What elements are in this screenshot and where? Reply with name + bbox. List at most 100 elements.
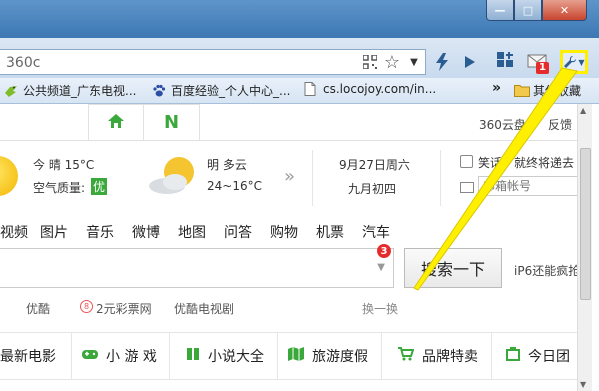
weather-today-sun-icon xyxy=(0,156,18,196)
map-icon xyxy=(288,347,304,365)
category-label: 最新电影 xyxy=(0,349,56,365)
url-dropdown-icon[interactable]: ▼ xyxy=(407,55,421,69)
feedback-link[interactable]: 反馈 xyxy=(548,116,572,133)
category-item[interactable]: 旅游度假 xyxy=(278,333,382,379)
other-bookmarks-folder[interactable]: 其他收藏 xyxy=(514,82,581,99)
site-tab-row: N 360云盘 反馈 xyxy=(0,104,578,141)
go-icon[interactable] xyxy=(460,51,480,73)
nav-item[interactable]: 汽车 xyxy=(362,222,390,242)
minimize-icon: — xyxy=(494,3,506,17)
mail-icon[interactable]: 1 xyxy=(525,50,549,74)
toolbar: ☆ ▼ 1 ▼ xyxy=(0,38,599,78)
weather-more-button[interactable]: » xyxy=(284,166,295,187)
weather-today: 今 晴 15°C xyxy=(33,158,95,172)
weather-tomorrow-temp: 24~16°C xyxy=(207,179,262,193)
page-content: N 360云盘 反馈 今 晴 15°C 空气质量: 优 明 多云 24~16°C… xyxy=(0,104,599,391)
wrench-icon: ▼ xyxy=(563,55,585,69)
folder-label: 其他收藏 xyxy=(533,84,582,98)
page-icon xyxy=(304,82,318,96)
nav-item[interactable]: 图片 xyxy=(40,222,68,242)
bird-icon xyxy=(4,84,18,98)
category-item[interactable]: 小说大全 xyxy=(170,333,278,379)
category-label: 小说大全 xyxy=(208,349,264,365)
category-label: 品牌特卖 xyxy=(422,349,478,365)
close-button[interactable]: ✕ xyxy=(542,0,587,21)
hot-link[interactable]: 优酷 xyxy=(26,300,50,317)
address-bar[interactable]: ☆ ▼ xyxy=(0,49,426,75)
scroll-down-arrow-icon[interactable]: ▼ xyxy=(580,380,586,389)
search-history-dropdown-icon[interactable]: ▼ xyxy=(377,262,385,273)
maximize-button[interactable]: □ xyxy=(514,0,542,21)
tools-menu-button[interactable]: ▼ xyxy=(560,50,588,74)
qr-code-icon[interactable] xyxy=(362,54,378,70)
category-label: 今日团 xyxy=(528,349,570,365)
category-label: 旅游度假 xyxy=(312,349,368,365)
cart-icon xyxy=(398,347,415,365)
category-item[interactable]: 品牌特卖 xyxy=(382,333,492,379)
accelerate-icon[interactable] xyxy=(432,51,452,73)
bookmark-item[interactable]: 公共频道_广东电视... xyxy=(4,82,136,99)
bookmark-label: 公共频道_广东电视... xyxy=(23,84,137,98)
nav-item[interactable]: 地图 xyxy=(178,222,206,242)
lunar-date: 九月初四 xyxy=(348,182,397,196)
maximize-icon: □ xyxy=(522,3,534,17)
category-row: 最新电影 小 游 戏 小说大全 旅游度假 品牌特卖 今日团 xyxy=(0,332,578,380)
gamepad-icon xyxy=(82,348,98,364)
bookmark-label: 百度经验_个人中心_... xyxy=(171,84,291,98)
apps-icon[interactable] xyxy=(495,50,517,72)
bookmarks-bar: 公共频道_广东电视... 百度经验_个人中心_... cs.locojoy.co… xyxy=(0,78,599,104)
search-box[interactable]: ▼ xyxy=(0,248,394,288)
scrollbar-thumb[interactable] xyxy=(580,148,591,300)
nav-item[interactable]: 音乐 xyxy=(86,222,114,242)
hot-link[interactable]: 2元彩票网 xyxy=(96,300,152,317)
bookmark-star-icon[interactable]: ☆ xyxy=(382,52,402,73)
nav-item[interactable]: 问答 xyxy=(224,222,252,242)
air-quality-value: 优 xyxy=(91,178,108,195)
bookmark-item[interactable]: cs.locojoy.com/in... xyxy=(304,82,436,96)
lottery-icon: 8 xyxy=(80,300,93,313)
solar-date: 9月27日周六 xyxy=(339,158,410,172)
book-icon xyxy=(186,347,200,365)
minimize-button[interactable]: — xyxy=(486,0,514,21)
nav-item[interactable]: 微博 xyxy=(132,222,160,242)
category-item[interactable]: 最新电影 xyxy=(0,333,72,379)
tab-home[interactable] xyxy=(88,104,144,140)
url-input[interactable] xyxy=(4,51,338,75)
folder-icon xyxy=(514,84,530,98)
joke-tip[interactable]: 笑话：就终将递去 xyxy=(478,154,574,171)
air-quality-label: 空气质量: xyxy=(33,181,86,195)
promo-text[interactable]: iP6还能疯抢 xyxy=(514,262,580,279)
joke-icon xyxy=(460,155,473,168)
envelope-icon xyxy=(460,182,474,193)
search-badge: 3 xyxy=(377,244,391,258)
hot-link[interactable]: 优酷电视剧 xyxy=(174,300,234,317)
category-item[interactable]: 今日团 xyxy=(492,333,578,379)
scroll-up-arrow-icon[interactable]: ▲ xyxy=(580,106,586,115)
weather-tomorrow: 明 多云 xyxy=(207,158,247,172)
close-icon: ✕ xyxy=(559,3,570,17)
tab-n[interactable]: N xyxy=(144,104,200,140)
mail-badge: 1 xyxy=(536,62,549,74)
refresh-link[interactable]: 换一换 xyxy=(362,300,398,317)
page-scrollbar[interactable]: ▲ ▼ xyxy=(577,104,592,391)
home-icon xyxy=(108,114,124,131)
paw-icon xyxy=(152,84,166,98)
cloud-disk-link[interactable]: 360云盘 xyxy=(479,116,526,133)
search-button[interactable]: 搜索一下 xyxy=(404,248,502,288)
bookmark-item[interactable]: 百度经验_个人中心_... xyxy=(152,82,290,99)
tab-n-label: N xyxy=(163,112,180,133)
nav-item[interactable]: 购物 xyxy=(270,222,298,242)
category-item[interactable]: 小 游 戏 xyxy=(72,333,170,379)
divider xyxy=(312,150,313,206)
bookmark-label: cs.locojoy.com/in... xyxy=(323,82,437,96)
category-label: 小 游 戏 xyxy=(106,349,157,365)
search-button-label: 搜索一下 xyxy=(420,260,485,279)
divider xyxy=(440,150,441,206)
nav-item[interactable]: 视频 xyxy=(0,222,28,242)
email-field[interactable] xyxy=(478,176,578,196)
chevron-double-right-icon: » xyxy=(492,80,502,96)
bookmarks-overflow-button[interactable]: » xyxy=(492,80,501,96)
nav-item[interactable]: 机票 xyxy=(316,222,344,242)
partly-cloudy-icon xyxy=(145,154,201,198)
title-bar: — □ ✕ xyxy=(0,0,599,38)
